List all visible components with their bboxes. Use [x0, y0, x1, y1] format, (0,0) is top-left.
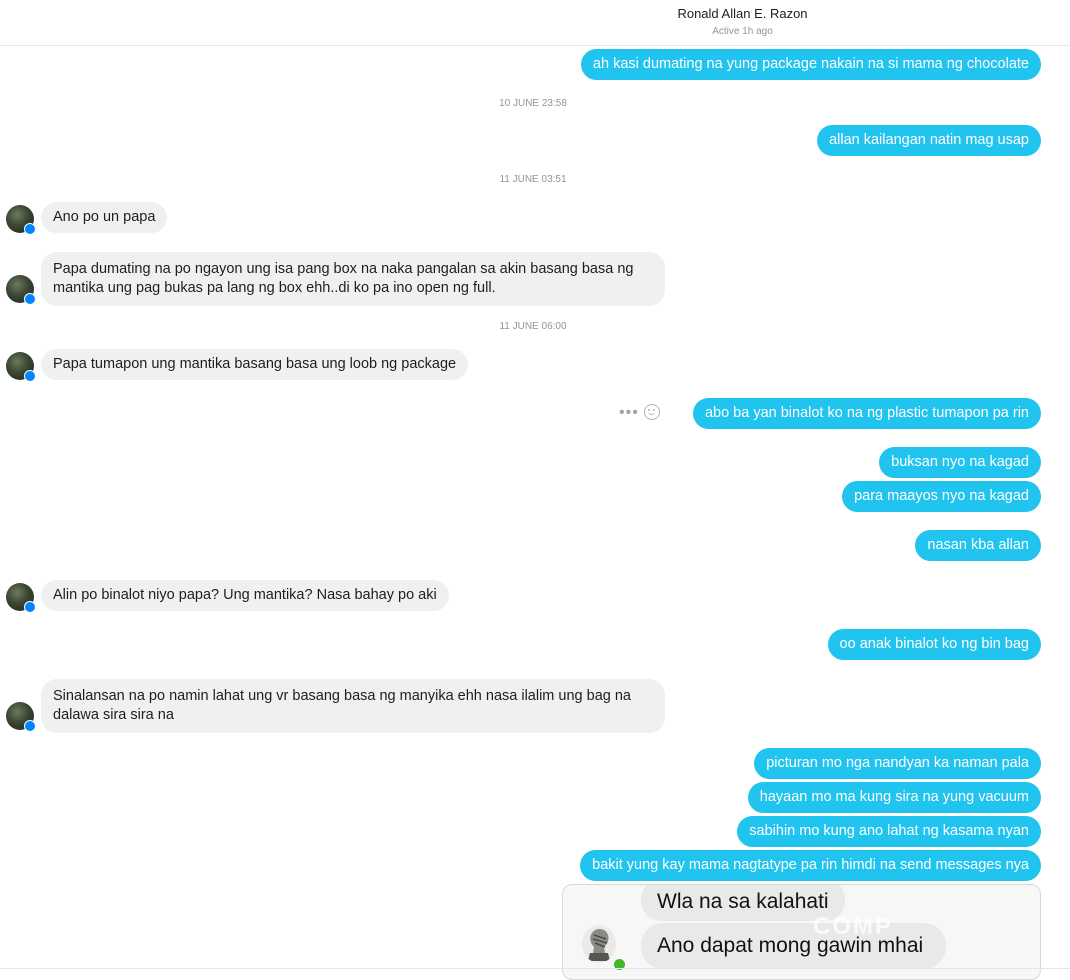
contact-name[interactable]: Ronald Allan E. Razon	[0, 6, 1070, 21]
received-message[interactable]: Papa dumating na po ngayon ung isa pang …	[41, 252, 665, 306]
chat-header: Ronald Allan E. Razon Active 1h ago	[0, 0, 1070, 46]
received-message[interactable]: Papa tumapon ung mantika basang basa ung…	[41, 349, 469, 380]
sent-message[interactable]: sabihin mo kung ano lahat ng kasama nyan	[737, 816, 1041, 847]
smiley-react-icon[interactable]	[644, 404, 660, 420]
online-status-icon	[612, 957, 627, 972]
contact-avatar[interactable]	[6, 702, 36, 732]
sent-message[interactable]: para maayos nyo na kagad	[842, 481, 1041, 512]
watermark: COMP	[813, 913, 893, 940]
screenshot-avatar	[582, 925, 616, 963]
sent-message[interactable]: buksan nyo na kagad	[879, 447, 1041, 478]
more-dots-icon[interactable]: •••	[619, 403, 639, 423]
sent-message[interactable]: bakit yung kay mama nagtatype pa rin him…	[580, 850, 1041, 881]
contact-avatar[interactable]	[6, 583, 36, 613]
screenshot-bubble: Ano dapat mong gawin mhai	[641, 923, 946, 969]
sent-message[interactable]: picturan mo nga nandyan ka naman pala	[754, 748, 1041, 779]
contact-avatar[interactable]	[6, 352, 36, 382]
divider	[0, 968, 1070, 969]
contact-status: Active 1h ago	[712, 26, 773, 37]
sent-message[interactable]: abo ba yan binalot ko na ng plastic tuma…	[692, 398, 1041, 429]
sent-message[interactable]: allan kailangan natin mag usap	[817, 125, 1041, 156]
received-message[interactable]: Sinalansan na po namin lahat ung vr basa…	[41, 679, 665, 733]
received-message[interactable]: Ano po un papa	[41, 202, 168, 233]
received-message[interactable]: Alin po binalot niyo papa? Ung mantika? …	[41, 580, 449, 611]
attached-screenshot[interactable]: Wla na sa kalahati Ano dapat mong gawin …	[562, 884, 1041, 980]
sent-message[interactable]: hayaan mo ma kung sira na yung vacuum	[747, 782, 1041, 813]
timestamp: 11 JUNE 03:51	[499, 174, 567, 185]
timestamp: 11 JUNE 06:00	[499, 321, 567, 332]
contact-avatar[interactable]	[6, 275, 36, 305]
timestamp: 10 JUNE 23:58	[499, 98, 567, 109]
contact-avatar[interactable]	[6, 205, 36, 235]
sent-message[interactable]: oo anak binalot ko ng bin bag	[827, 629, 1041, 660]
sent-message[interactable]: nasan kba allan	[915, 530, 1041, 561]
sent-message[interactable]: ah kasi dumating na yung package nakain …	[580, 49, 1041, 80]
